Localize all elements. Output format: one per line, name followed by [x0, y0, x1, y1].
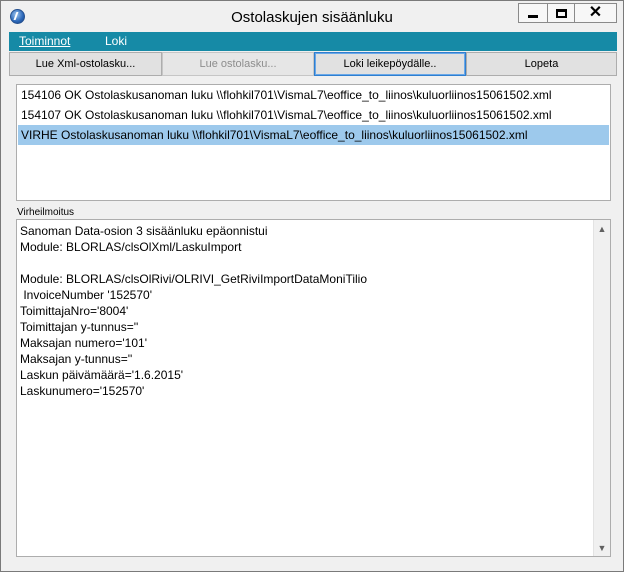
menu-toiminnot-label: Toiminnot — [19, 34, 71, 48]
log-row[interactable]: 154106 OK Ostolaskusanoman luku \\flohki… — [18, 85, 609, 105]
quit-button[interactable]: Lopeta — [466, 52, 617, 76]
toolbar: Lue Xml-ostolasku... Lue ostolasku... Lo… — [9, 52, 617, 76]
menu-bar: Toiminnot Loki — [9, 32, 617, 51]
scroll-up-arrow-icon[interactable]: ▲ — [594, 220, 610, 237]
minimize-icon — [528, 14, 538, 18]
maximize-button[interactable] — [547, 3, 575, 23]
scroll-down-arrow-icon[interactable]: ▼ — [594, 539, 610, 556]
error-label: Virheilmoitus — [17, 207, 75, 218]
menu-loki[interactable]: Loki — [105, 34, 127, 48]
log-list[interactable]: 154106 OK Ostolaskusanoman luku \\flohki… — [16, 84, 611, 201]
maximize-icon — [555, 8, 567, 18]
minimize-button[interactable] — [518, 3, 548, 23]
menu-toiminnot[interactable]: Toiminnot — [19, 34, 70, 48]
copy-log-button[interactable]: Loki leikepöydälle.. — [314, 52, 466, 76]
read-xml-invoice-button[interactable]: Lue Xml-ostolasku... — [9, 52, 162, 76]
read-invoice-button[interactable]: Lue ostolasku... — [162, 52, 314, 76]
log-row[interactable]: 154107 OK Ostolaskusanoman luku \\flohki… — [18, 105, 609, 125]
vertical-scrollbar[interactable]: ▲ ▼ — [593, 220, 610, 556]
app-window: Ostolaskujen sisäänluku ✕ Toiminnot Loki… — [0, 0, 624, 572]
error-message-box[interactable]: Sanoman Data-osion 3 sisäänluku epäonnis… — [16, 219, 611, 557]
log-row-selected[interactable]: VIRHE Ostolaskusanoman luku \\flohkil701… — [18, 125, 609, 145]
title-bar[interactable]: Ostolaskujen sisäänluku ✕ — [1, 1, 623, 32]
close-icon: ✕ — [588, 4, 603, 21]
menu-loki-label: Loki — [105, 34, 128, 48]
error-message-text: Sanoman Data-osion 3 sisäänluku epäonnis… — [20, 224, 367, 398]
close-button[interactable]: ✕ — [574, 3, 617, 23]
